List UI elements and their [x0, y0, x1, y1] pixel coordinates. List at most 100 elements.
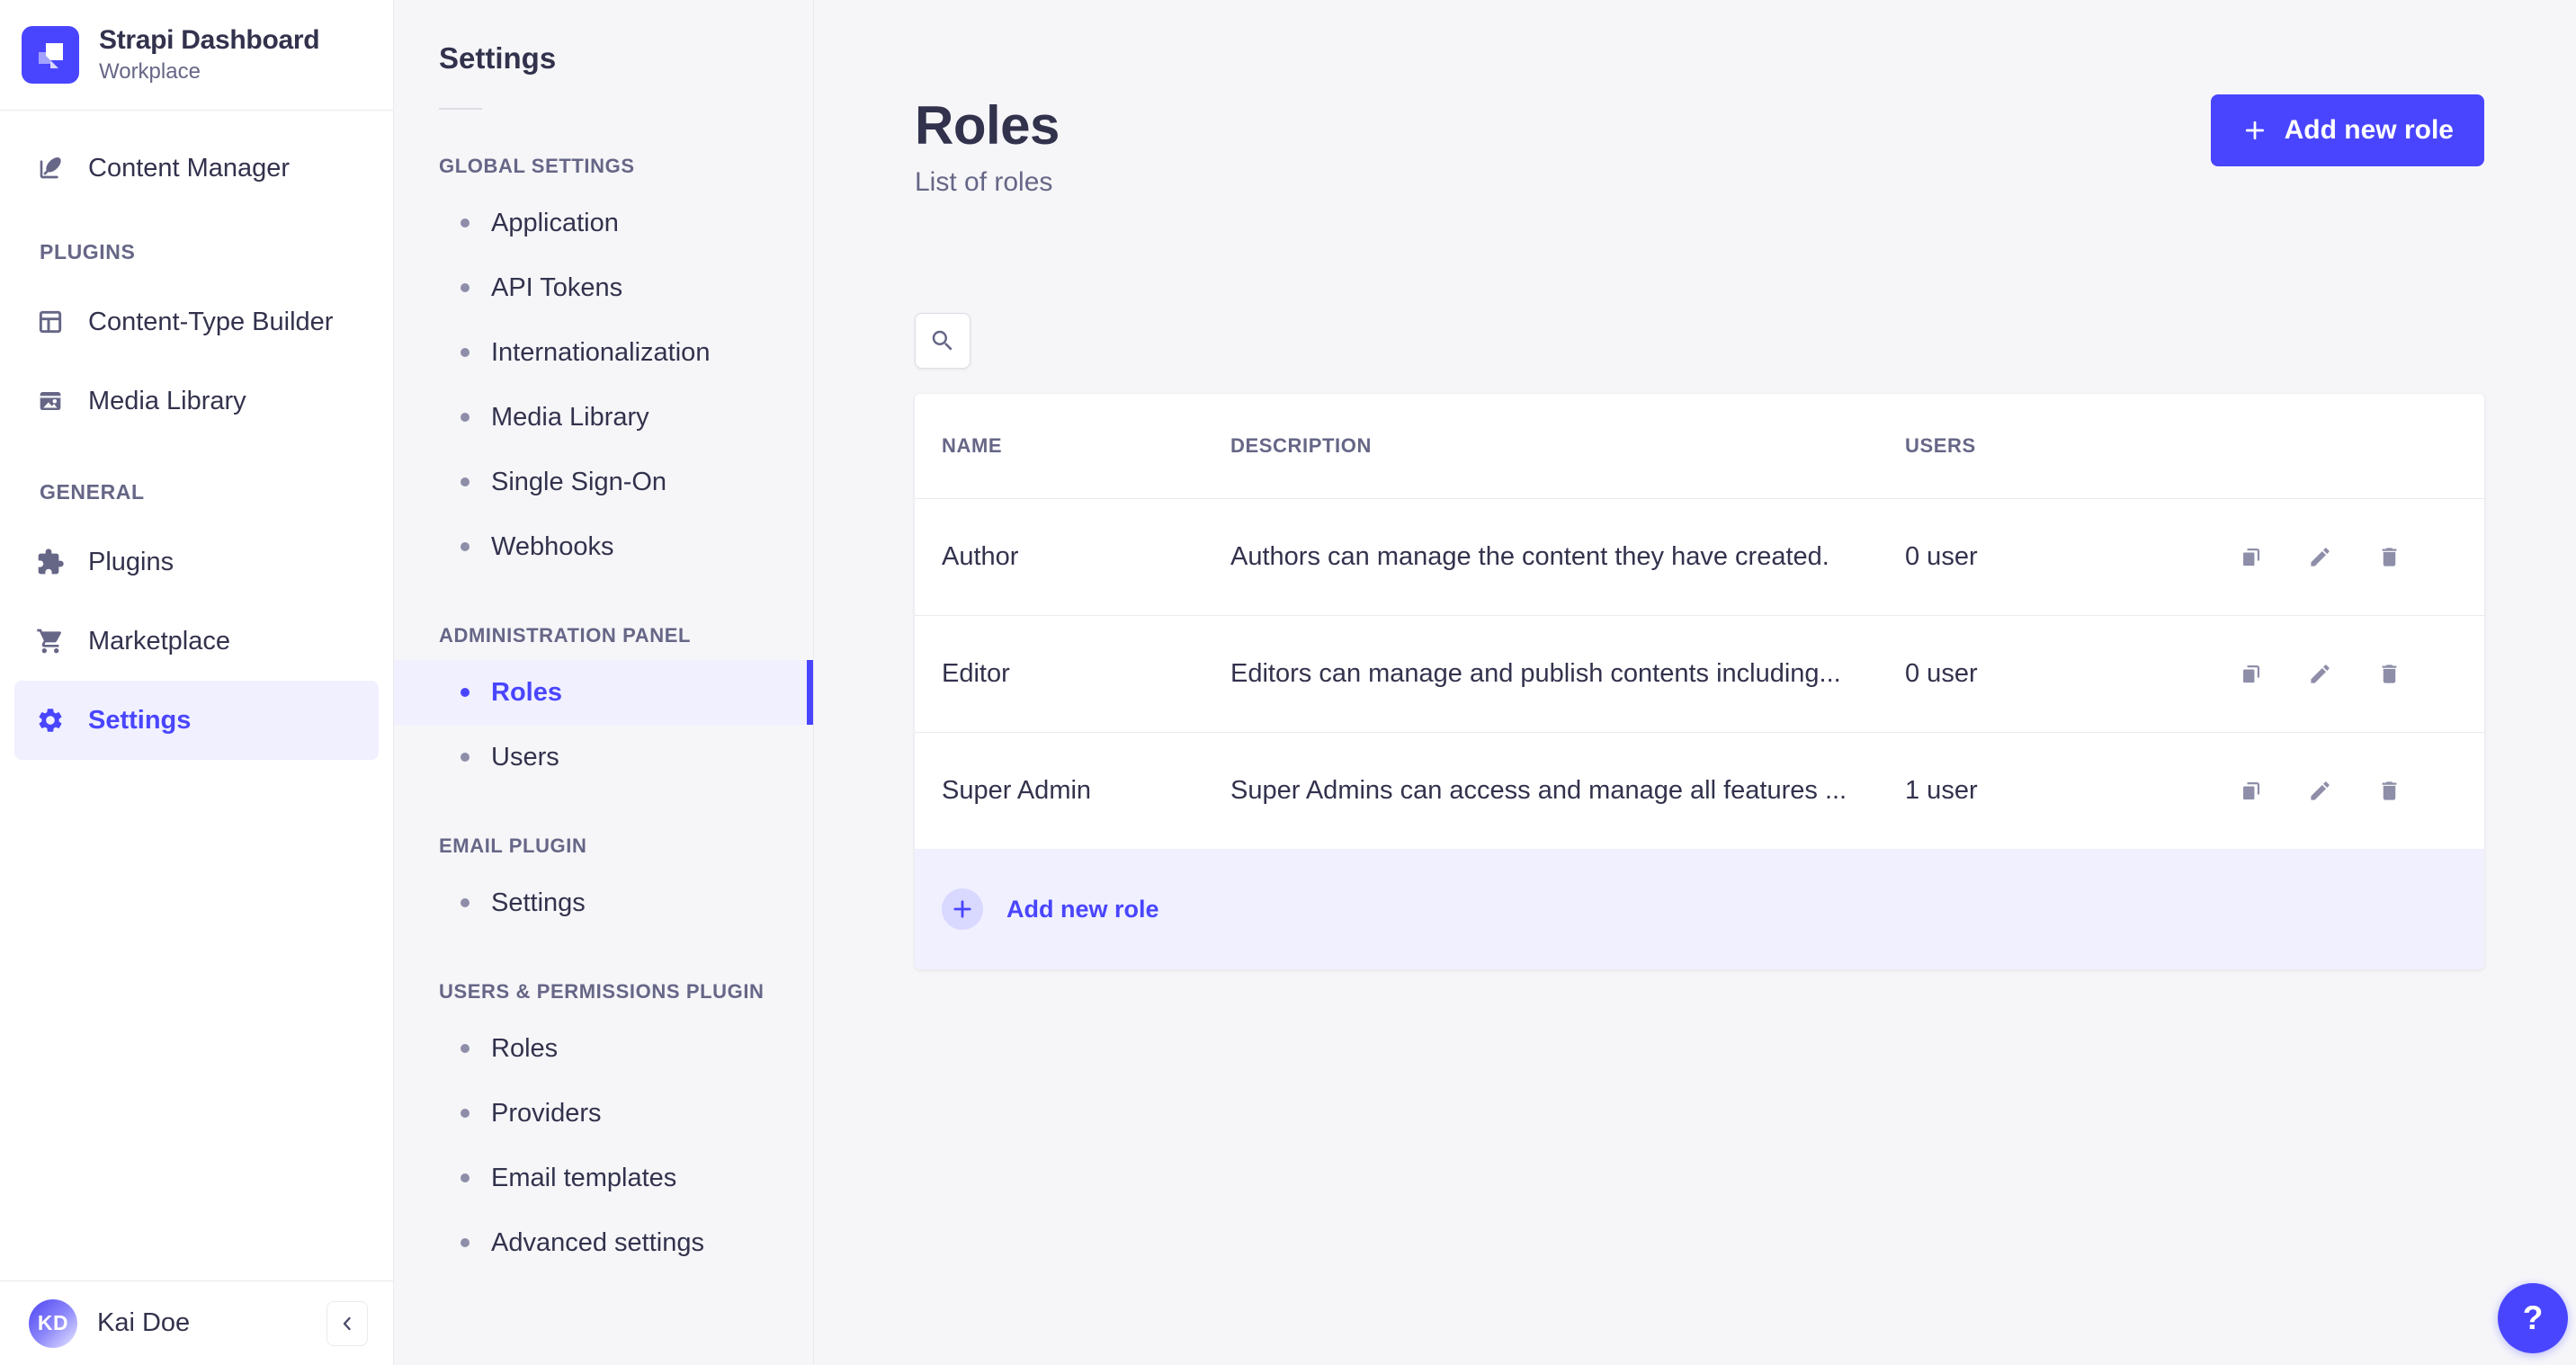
subnav-item-email-settings[interactable]: Settings [394, 870, 813, 935]
collapse-sidebar-button[interactable] [326, 1300, 368, 1346]
subnav-item-webhooks[interactable]: Webhooks [394, 514, 813, 579]
sidebar-footer: KD Kai Doe [0, 1280, 393, 1365]
role-users: 1 user [1905, 776, 1978, 805]
picture-icon [36, 387, 65, 415]
add-new-role-button[interactable]: Add new role [2210, 94, 2484, 166]
duplicate-button[interactable] [2239, 662, 2263, 686]
role-name: Editor [942, 659, 1010, 688]
add-new-role-row-label: Add new role [1006, 895, 1159, 923]
strapi-logo-icon [22, 26, 79, 84]
bullet-icon [461, 1173, 470, 1182]
sidebar-item-label: Marketplace [88, 626, 230, 656]
sidebar-item-marketplace[interactable]: Marketplace [14, 602, 379, 681]
table-body: Author Authors can manage the content th… [915, 498, 2484, 849]
page-title: Roles [915, 95, 1060, 156]
main-sidebar: Strapi Dashboard Workplace Content Manag… [0, 0, 394, 1365]
bullet-icon [461, 1044, 470, 1053]
avatar[interactable]: KD [29, 1298, 77, 1348]
sidebar-item-label: Media Library [88, 386, 246, 415]
layout-icon [36, 308, 65, 336]
bullet-icon [461, 283, 470, 292]
duplicate-button[interactable] [2239, 545, 2263, 569]
puzzle-icon [36, 548, 65, 576]
role-description: Editors can manage and publish contents … [1230, 659, 1841, 688]
sidebar-item-content-type-builder[interactable]: Content-Type Builder [14, 282, 379, 361]
table-header-row: NAME DESCRIPTION USERS [915, 394, 2484, 498]
bullet-icon [461, 753, 470, 762]
role-name: Author [942, 542, 1019, 571]
role-users: 0 user [1905, 542, 1978, 571]
sidebar-item-label: Settings [88, 705, 192, 735]
subnav-divider [439, 108, 482, 110]
delete-button[interactable] [2377, 662, 2402, 686]
search-button[interactable] [915, 313, 970, 369]
search-icon [929, 327, 956, 354]
plus-circle-icon [942, 888, 983, 930]
sidebar-item-content-manager[interactable]: Content Manager [14, 136, 379, 201]
bullet-icon [461, 688, 470, 697]
bullet-icon [461, 898, 470, 907]
brand-subtitle: Workplace [99, 59, 201, 84]
edit-button[interactable] [2308, 545, 2332, 569]
chevron-left-icon [336, 1313, 358, 1334]
sidebar-item-settings[interactable]: Settings [14, 681, 379, 760]
sidebar-item-label: Plugins [88, 547, 174, 576]
bullet-icon [461, 477, 470, 486]
table-row-author[interactable]: Author Authors can manage the content th… [915, 498, 2484, 615]
subnav-item-media-library[interactable]: Media Library [394, 385, 813, 450]
role-description: Super Admins can access and manage all f… [1230, 776, 1847, 805]
role-description: Authors can manage the content they have… [1230, 542, 1829, 571]
subnav-item-roles[interactable]: Roles [394, 660, 813, 725]
bullet-icon [461, 219, 470, 228]
subnav-item-email-templates[interactable]: Email templates [394, 1146, 813, 1210]
subnav-section-administration-panel: ADMINISTRATION PANEL Roles Users [394, 624, 813, 790]
plus-icon [2241, 117, 2268, 144]
sidebar-section-general: GENERAL [40, 480, 145, 504]
help-button[interactable]: ? [2498, 1283, 2568, 1353]
sidebar-item-label: Content Manager [88, 153, 291, 183]
roles-table: NAME DESCRIPTION USERS Author Authors ca… [915, 394, 2484, 969]
subnav-item-api-tokens[interactable]: API Tokens [394, 255, 813, 320]
role-name: Super Admin [942, 776, 1092, 805]
question-mark-icon: ? [2522, 1299, 2544, 1336]
column-header-name: NAME [942, 434, 1003, 457]
table-row-editor[interactable]: Editor Editors can manage and publish co… [915, 615, 2484, 732]
subnav-item-single-sign-on[interactable]: Single Sign-On [394, 450, 813, 514]
gear-icon [36, 706, 65, 735]
bullet-icon [461, 1238, 470, 1247]
edit-button[interactable] [2308, 662, 2332, 686]
subnav-title: Settings [439, 41, 557, 75]
sidebar-item-label: Content-Type Builder [88, 307, 334, 336]
subnav-item-providers[interactable]: Providers [394, 1081, 813, 1146]
settings-subnav: Settings GLOBAL SETTINGS Application API… [394, 0, 814, 1365]
delete-button[interactable] [2377, 779, 2402, 803]
delete-button[interactable] [2377, 545, 2402, 569]
page-header: Roles List of roles Add new role [915, 94, 2484, 198]
subnav-section-global-settings: GLOBAL SETTINGS Application API Tokens I… [394, 155, 813, 579]
feather-pen-icon [36, 154, 65, 183]
subnav-section-email-plugin: EMAIL PLUGIN Settings [394, 834, 813, 935]
subnav-item-advanced-settings[interactable]: Advanced settings [394, 1210, 813, 1275]
sidebar-item-plugins[interactable]: Plugins [14, 522, 379, 602]
bullet-icon [461, 413, 470, 422]
column-header-description: DESCRIPTION [1230, 434, 1372, 457]
cart-icon [36, 627, 65, 656]
sidebar-section-plugins: PLUGINS [40, 240, 136, 263]
bullet-icon [461, 542, 470, 551]
sidebar-nav: Content Manager PLUGINS Content-Type Bui… [0, 136, 393, 1280]
sidebar-item-media-library[interactable]: Media Library [14, 361, 379, 441]
role-users: 0 user [1905, 659, 1978, 688]
subnav-item-internationalization[interactable]: Internationalization [394, 320, 813, 385]
subnav-item-application[interactable]: Application [394, 191, 813, 255]
table-row-super-admin[interactable]: Super Admin Super Admins can access and … [915, 732, 2484, 849]
add-new-role-row[interactable]: Add new role [915, 849, 2484, 969]
column-header-users: USERS [1905, 434, 1976, 457]
subnav-item-up-roles[interactable]: Roles [394, 1016, 813, 1081]
duplicate-button[interactable] [2239, 779, 2263, 803]
bullet-icon [461, 348, 470, 357]
edit-button[interactable] [2308, 779, 2332, 803]
main-content: Roles List of roles Add new role NAME DE… [814, 0, 2576, 1365]
page-subtitle: List of roles [915, 167, 1053, 197]
subnav-item-users[interactable]: Users [394, 725, 813, 790]
brand-title: Strapi Dashboard [99, 25, 320, 55]
